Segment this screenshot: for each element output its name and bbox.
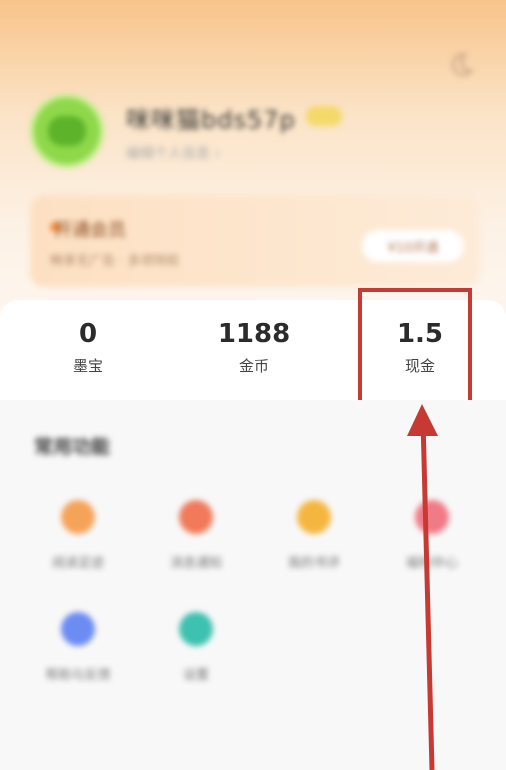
- footprint-icon: [61, 500, 95, 534]
- message-icon: [179, 500, 213, 534]
- membership-open-button[interactable]: ¥10开通: [362, 230, 464, 262]
- function-label: 阅读足迹: [51, 556, 104, 571]
- stat-value: 1188: [217, 319, 291, 349]
- vip-badge: [306, 106, 342, 126]
- night-mode-icon[interactable]: [444, 48, 478, 82]
- function-label: 设置: [182, 668, 209, 683]
- stat-label: 金币: [238, 357, 269, 375]
- avatar[interactable]: [30, 94, 104, 168]
- stat-coins[interactable]: 1188 金币: [184, 318, 324, 376]
- stat-value: 0: [78, 319, 98, 349]
- function-label: 帮助与反馈: [45, 668, 111, 683]
- section-title: 常用功能: [34, 436, 111, 458]
- username[interactable]: 咪咪猫bds57p: [126, 100, 296, 135]
- stat-label: 墨宝: [72, 357, 103, 375]
- function-item[interactable]: 福利中心: [382, 500, 482, 571]
- function-label: 消息通知: [169, 556, 222, 571]
- stat-mobao[interactable]: 0 墨宝: [18, 318, 158, 376]
- function-label: 福利中心: [405, 556, 458, 571]
- welfare-icon: [415, 500, 449, 534]
- membership-description: 畅享无广告 · 多项特权: [50, 254, 180, 269]
- membership-title: 开通会员: [54, 220, 126, 241]
- settings-icon: [179, 612, 213, 646]
- function-item[interactable]: 设置: [146, 612, 246, 683]
- cash-highlight-box: [358, 288, 472, 404]
- edit-profile-link[interactable]: 编辑个人信息 ›: [126, 143, 220, 163]
- function-item[interactable]: 阅读足迹: [28, 500, 128, 571]
- review-icon: [297, 500, 331, 534]
- help-icon: [61, 612, 95, 646]
- function-label: 我的书评: [287, 556, 340, 571]
- function-item[interactable]: 帮助与反馈: [28, 612, 128, 683]
- function-item[interactable]: 我的书评: [264, 500, 364, 571]
- function-item[interactable]: 消息通知: [146, 500, 246, 571]
